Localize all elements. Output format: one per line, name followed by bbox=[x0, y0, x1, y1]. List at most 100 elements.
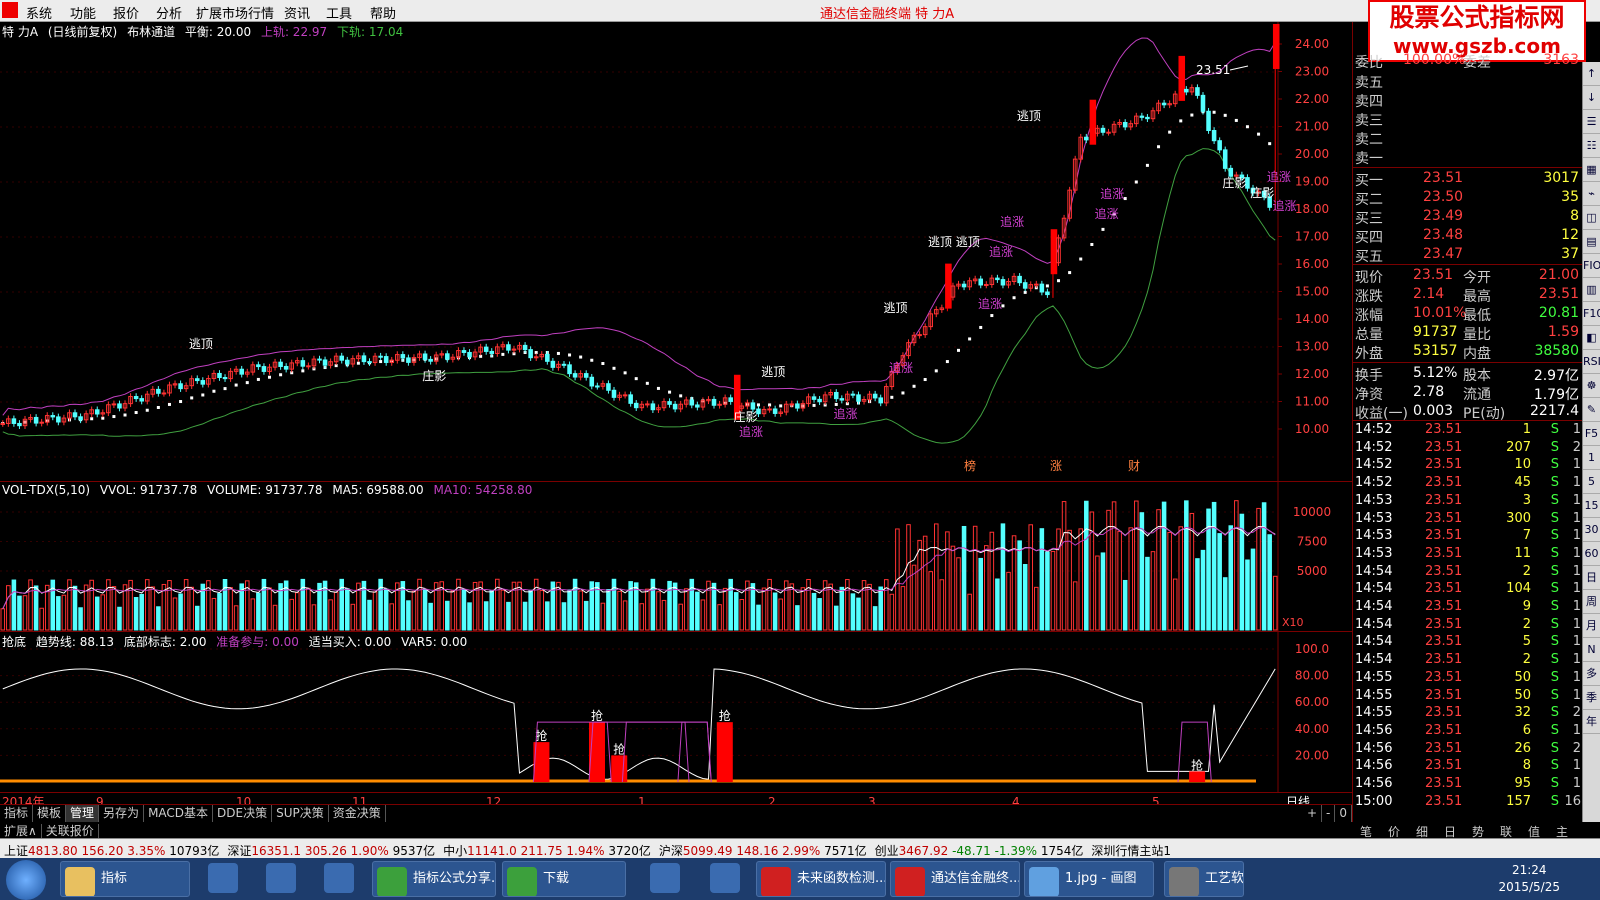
tab-manage[interactable]: 管理 bbox=[66, 805, 100, 822]
menu-item-analysis[interactable]: 分析 bbox=[156, 3, 182, 22]
toolbar-button[interactable]: 季 bbox=[1583, 686, 1600, 710]
volume-bar bbox=[1111, 501, 1117, 631]
main-price-panel[interactable]: 特 力A (日线前复权) 布林通道 平衡: 20.00 上轨: 22.97 下轨… bbox=[0, 22, 1352, 482]
toolbar-button[interactable]: 周 bbox=[1583, 590, 1600, 614]
tab-funds[interactable]: 资金决策 bbox=[329, 805, 386, 822]
toolbar-button[interactable]: 15 bbox=[1583, 494, 1600, 518]
taskbar-item[interactable]: 指标 bbox=[60, 861, 190, 897]
stat2-label-2: 流通 bbox=[1463, 387, 1491, 403]
reset-button[interactable]: 0 bbox=[1335, 805, 1352, 822]
tab-sup[interactable]: SUP决策 bbox=[272, 805, 329, 822]
indicator-chart[interactable]: 100.080.0060.0040.0020.00抢抢抢抢抢 bbox=[0, 632, 1352, 792]
menu-item-extended-market[interactable]: 扩展市场行情 bbox=[196, 3, 274, 22]
quote-bottom-tabs: 笔价细日势联值主 bbox=[1352, 822, 1582, 839]
pinned-app-icon[interactable] bbox=[710, 863, 740, 893]
volume-bar bbox=[211, 597, 217, 631]
toolbar-button[interactable]: ▦ bbox=[1583, 158, 1600, 182]
candle-body bbox=[1106, 131, 1111, 134]
candle-body bbox=[650, 403, 656, 411]
toolbar-button[interactable]: ↑ bbox=[1583, 62, 1600, 86]
chart-area[interactable]: 特 力A (日线前复权) 布林通道 平衡: 20.00 上轨: 22.97 下轨… bbox=[0, 22, 1352, 822]
toolbar-button[interactable]: ☸ bbox=[1583, 374, 1600, 398]
toolbar-button[interactable]: ◧ bbox=[1583, 326, 1600, 350]
toolbar-button[interactable]: 1 bbox=[1583, 446, 1600, 470]
taskbar-item[interactable]: 1.jpg - 画图 bbox=[1024, 861, 1154, 897]
toolbar-button[interactable]: ☰ bbox=[1583, 110, 1600, 134]
toolbar-button[interactable]: F10 bbox=[1583, 302, 1600, 326]
index-change: 148.16 2.99% bbox=[732, 844, 821, 858]
menu-item-function[interactable]: 功能 bbox=[70, 3, 96, 22]
signal-zhuangying: 庄影 bbox=[1222, 175, 1246, 190]
tick-count: 1 bbox=[1572, 687, 1581, 703]
menu-item-news[interactable]: 资讯 bbox=[284, 3, 310, 22]
volume-chart[interactable]: 10000 7500 5000 X10 bbox=[0, 482, 1352, 632]
indicator-panel[interactable]: 抢底 趋势线: 88.13 底部标志: 2.00 准备参与: 0.00 适当买入… bbox=[0, 632, 1352, 792]
pinned-app-icon[interactable] bbox=[324, 863, 354, 893]
tab-save-as[interactable]: 另存为 bbox=[99, 805, 145, 822]
pinned-app-icon[interactable] bbox=[650, 863, 680, 893]
volume-bar bbox=[1178, 526, 1184, 631]
menu-item-quote[interactable]: 报价 bbox=[113, 3, 139, 22]
candle-body bbox=[367, 361, 372, 364]
signal-chase-up: 追涨 bbox=[978, 296, 1002, 311]
toolbar-button[interactable]: ✎ bbox=[1583, 398, 1600, 422]
start-button[interactable] bbox=[6, 860, 46, 900]
clock[interactable]: 21:24 2015/5/25 bbox=[1498, 862, 1560, 896]
toolbar-button[interactable]: 30 bbox=[1583, 518, 1600, 542]
tab-macd[interactable]: MACD基本 bbox=[144, 805, 214, 822]
toolbar-button[interactable]: 年 bbox=[1583, 710, 1600, 734]
toolbar-button[interactable]: 60 bbox=[1583, 542, 1600, 566]
toolbar-button[interactable]: ↓ bbox=[1583, 86, 1600, 110]
trade-tick-row: 14:56 23.51 8 S 1 bbox=[1353, 758, 1583, 777]
tick-time: 14:55 bbox=[1355, 669, 1393, 685]
tick-volume: 5 bbox=[1522, 634, 1531, 650]
candle-body bbox=[550, 360, 556, 368]
volume-bar bbox=[1056, 528, 1061, 631]
toolbar-button[interactable]: ☷ bbox=[1583, 134, 1600, 158]
toolbar-button[interactable]: 5 bbox=[1583, 470, 1600, 494]
toolbar-button[interactable]: N bbox=[1583, 638, 1600, 662]
toolbar-button[interactable]: ◫ bbox=[1583, 206, 1600, 230]
tab-related-quote[interactable]: 关联报价 bbox=[41, 824, 99, 838]
toolbar-button[interactable]: RSI bbox=[1583, 350, 1600, 374]
menu-item-help[interactable]: 帮助 bbox=[370, 3, 396, 22]
toolbar-button[interactable]: FIO bbox=[1583, 254, 1600, 278]
taskbar-item[interactable]: 工艺软件 bbox=[1164, 861, 1244, 897]
toolbar-button[interactable]: ▥ bbox=[1583, 278, 1600, 302]
index-quote[interactable]: 沪深5099.49 148.16 2.99% 7571亿 bbox=[655, 839, 871, 858]
index-quote[interactable]: 上证4813.80 156.20 3.35% 10793亿 bbox=[0, 839, 223, 858]
taskbar-item[interactable]: 通达信金融终... bbox=[890, 861, 1020, 897]
pinned-app-icon[interactable] bbox=[266, 863, 296, 893]
index-quote[interactable]: 中小11141.0 211.75 1.94% 3720亿 bbox=[439, 839, 655, 858]
volume-bar bbox=[678, 603, 683, 631]
tab-dde[interactable]: DDE决策 bbox=[213, 805, 273, 822]
tab-indicator[interactable]: 指标 bbox=[0, 805, 34, 822]
server-site[interactable]: 深圳行情主站1 bbox=[1087, 839, 1175, 858]
toolbar-button[interactable]: 日 bbox=[1583, 566, 1600, 590]
tab-extend[interactable]: 扩展∧ bbox=[0, 824, 42, 838]
menu-item-system[interactable]: 系统 bbox=[26, 3, 52, 22]
taskbar-item[interactable]: 下载 bbox=[502, 861, 626, 897]
index-quote[interactable]: 深证16351.1 305.26 1.90% 9537亿 bbox=[223, 839, 439, 858]
toolbar-button[interactable]: ⌁ bbox=[1583, 182, 1600, 206]
toolbar-button[interactable]: 月 bbox=[1583, 614, 1600, 638]
candle-body bbox=[567, 364, 572, 375]
ind-y-tick: 40.00 bbox=[1295, 722, 1329, 736]
candle-body bbox=[728, 397, 733, 402]
zoom-in-button[interactable]: + bbox=[1303, 805, 1323, 822]
taskbar-item[interactable]: 指标公式分享... bbox=[372, 861, 496, 897]
toolbar-button[interactable]: F5 bbox=[1583, 422, 1600, 446]
volume-panel[interactable]: VOL-TDX(5,10) VVOL: 91737.78 VOLUME: 917… bbox=[0, 482, 1352, 632]
boll-mid-dot bbox=[379, 360, 383, 364]
tab-template[interactable]: 模板 bbox=[33, 805, 67, 822]
taskbar-item[interactable]: 未来函数检测... bbox=[756, 861, 886, 897]
toolbar-button[interactable]: 多 bbox=[1583, 662, 1600, 686]
tick-side: S bbox=[1550, 758, 1559, 774]
index-quote[interactable]: 创业3467.92 -48.71 -1.39% 1754亿 bbox=[871, 839, 1088, 858]
menu-item-tools[interactable]: 工具 bbox=[326, 3, 352, 22]
pinned-app-icon[interactable] bbox=[208, 863, 238, 893]
toolbar-button[interactable]: ▤ bbox=[1583, 230, 1600, 254]
price-chart[interactable]: 24.00 23.00 22.00 21.00 20.00 19.00 18.00 17.00… bbox=[0, 22, 1352, 482]
signal-escape-top: 逃顶 bbox=[883, 301, 907, 315]
zoom-out-button[interactable]: - bbox=[1322, 805, 1336, 822]
